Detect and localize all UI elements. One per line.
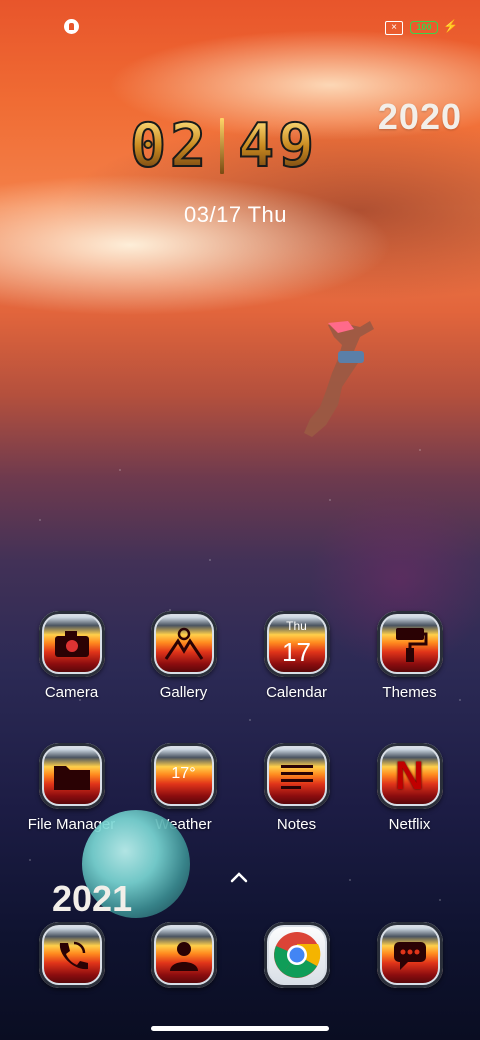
person-icon (150, 922, 217, 988)
paint-roller-icon (376, 611, 443, 677)
year-bottom-widget: 2021 (52, 878, 133, 919)
app-label-gallery: Gallery (159, 684, 208, 701)
app-label-camera: Camera (44, 684, 99, 701)
status-bar: × 100 ⚡ (0, 0, 480, 54)
lines-icon (263, 743, 330, 809)
message-bubble-icon (376, 922, 443, 988)
app-gallery[interactable]: Gallery (127, 611, 240, 701)
diver-figure (304, 321, 374, 437)
mountain-icon (150, 611, 217, 677)
clock-separator (220, 118, 224, 174)
weather-icon: 17° (150, 743, 217, 809)
app-notification-icon (64, 19, 79, 34)
netflix-letter: N (395, 753, 424, 798)
app-calendar[interactable]: Thu 17 Calendar (240, 611, 353, 701)
clock-minute-tens: 4 (237, 111, 275, 181)
app-camera[interactable]: Camera (15, 611, 128, 701)
weekday-text: Thu (247, 202, 287, 227)
netflix-icon: N (376, 743, 443, 809)
dock-messages[interactable] (353, 922, 466, 988)
lightning-icon: ⚡ (443, 19, 458, 33)
clock-minute-ones: 9 (277, 111, 315, 181)
app-netflix[interactable]: N Netflix (353, 743, 466, 833)
clock-hour-tens: 0 (129, 111, 167, 181)
dock-chrome[interactable] (240, 922, 353, 988)
date-widget[interactable]: 03/17 Thu (184, 202, 287, 228)
clock-hour-ones: 2 (169, 111, 207, 181)
app-label-netflix: Netflix (388, 816, 431, 833)
chrome-icon (263, 922, 330, 988)
no-sim-icon: × (385, 21, 403, 35)
calendar-day-name: Thu (286, 619, 307, 633)
app-label-notes: Notes (276, 816, 317, 833)
dock-phone[interactable] (15, 922, 128, 988)
year-top-widget: 2020 (377, 96, 462, 137)
calendar-day-number: 17 (282, 637, 311, 667)
camera-icon (38, 611, 105, 677)
date-text: 03/17 (184, 202, 242, 227)
battery-icon: 100 (410, 21, 438, 34)
chevron-up-icon[interactable] (228, 866, 250, 888)
gesture-navigation-bar[interactable] (151, 1026, 329, 1031)
clock-widget[interactable]: 0 2 4 9 (129, 111, 318, 181)
weather-temp: 17° (171, 765, 196, 782)
app-label-calendar: Calendar (266, 684, 327, 701)
dock-contacts[interactable] (127, 922, 240, 988)
folder-icon (38, 743, 105, 809)
calendar-icon: Thu 17 (263, 611, 330, 677)
app-themes[interactable]: Themes (353, 611, 466, 701)
app-notes[interactable]: Notes (240, 743, 353, 833)
app-label-themes: Themes (382, 684, 437, 701)
phone-icon (38, 922, 105, 988)
